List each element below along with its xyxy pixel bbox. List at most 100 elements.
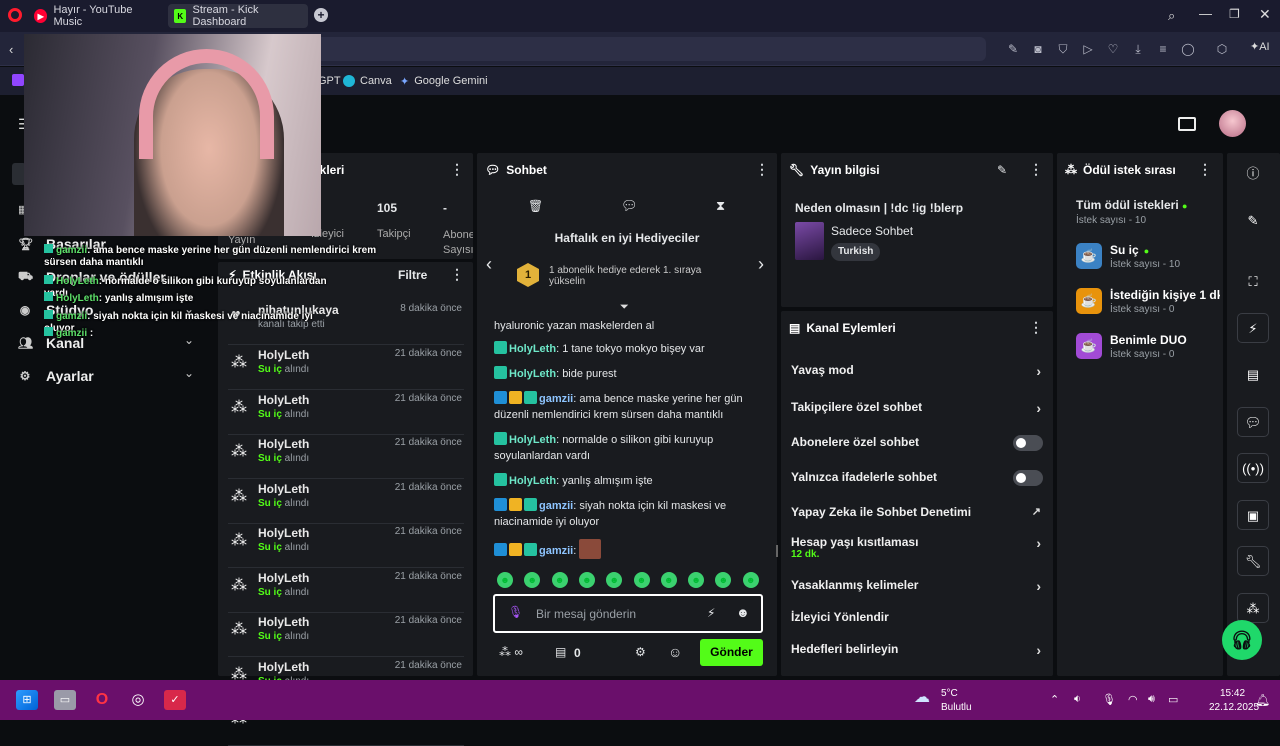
app-taskbar-icon[interactable]: ✓ [164, 690, 186, 710]
emote-icon[interactable]: ☻ [551, 572, 568, 588]
cube-icon[interactable]: ⬡ [1215, 42, 1229, 56]
menu-icon[interactable]: ≡ [1156, 42, 1170, 56]
toggle-switch[interactable] [1013, 435, 1043, 451]
send-button[interactable]: Gönder [700, 639, 763, 666]
reward-title[interactable]: İstediğin kişiye 1 dk t [1110, 288, 1220, 302]
bookmark-gemini[interactable]: ✦ Google Gemini [400, 72, 488, 90]
channel-action-5[interactable]: Hesap yaşı kısıtlaması 12 dk. › [791, 535, 1045, 560]
next-arrow-icon[interactable]: › [758, 254, 764, 275]
channel-action-2[interactable]: Abonelere özel sohbet [791, 435, 1045, 455]
chat-username[interactable]: gamzii [539, 393, 573, 405]
bookmark-gpt[interactable]: GPT [318, 72, 341, 90]
sidebar-item-settings[interactable]: ⚙ Ayarlar [18, 368, 94, 384]
emote-icon[interactable]: ☻ [688, 572, 705, 588]
chat-username[interactable]: HolyLeth [509, 368, 556, 380]
video-icon[interactable]: ▣ [1237, 500, 1269, 530]
clock-date[interactable]: 22.12.2025 [1209, 702, 1259, 713]
activity-row[interactable]: ⁂HolyLethSu iç alındı21 dakika önce [228, 435, 464, 479]
translate-icon[interactable]: ⚡︎ [707, 606, 715, 620]
broadcast-icon[interactable]: ((•)) [1237, 453, 1269, 483]
more-options-icon[interactable]: ⋮ [1029, 161, 1043, 178]
channel-action-3[interactable]: Yalnızca ifadelerle sohbet [791, 470, 1045, 490]
activity-row[interactable]: ⁂HolyLethSu iç alındı21 dakika önce [228, 613, 464, 657]
opera-taskbar-icon[interactable]: O [91, 690, 113, 710]
activity-row[interactable]: ⁂HolyLethSu iç alındı21 dakika önce [228, 346, 464, 390]
back-icon[interactable]: ‹ [9, 42, 13, 57]
pencil-icon[interactable]: ✎ [1237, 206, 1269, 236]
hourglass-icon[interactable]: ⧗ [716, 198, 725, 214]
download-icon[interactable]: ⤓ [1131, 42, 1145, 56]
edit-icon[interactable]: ✎ [997, 163, 1007, 177]
weather-desc[interactable]: Bulutlu [941, 702, 972, 713]
opera-logo[interactable] [8, 8, 22, 22]
info-icon[interactable]: ⓘ [1237, 159, 1269, 189]
clock-time[interactable]: 15:42 [1220, 688, 1245, 699]
edit-icon[interactable]: ✎ [1006, 42, 1020, 56]
channel-action-6[interactable]: Yasaklanmış kelimeler › [791, 578, 1045, 598]
close-button[interactable]: ✕ [1259, 6, 1271, 23]
windows-start-icon[interactable]: ⊞ [16, 690, 38, 710]
tab-youtube-music[interactable]: ▶ Hayır - YouTube Music [28, 4, 166, 28]
all-rewards-label[interactable]: Tüm ödül istekleri ● [1076, 198, 1187, 212]
play-icon[interactable]: ▷ [1081, 42, 1095, 56]
more-options-icon[interactable]: ⋮ [450, 266, 464, 283]
activity-row[interactable]: ⁂HolyLethSu iç alındı21 dakika önce [228, 524, 464, 568]
more-options-icon[interactable]: ⋮ [1198, 161, 1212, 178]
speaker-icon[interactable]: 🔊︎ [1148, 693, 1155, 706]
rewards-icon[interactable]: ⁂ [1237, 593, 1269, 623]
notes-icon[interactable]: ▤ [1237, 360, 1269, 390]
chat-username[interactable]: HolyLeth [509, 343, 556, 355]
volume-icon[interactable]: 🔉︎ [1074, 693, 1081, 706]
chat-icon[interactable]: 💬︎ [1237, 407, 1269, 437]
shield-icon[interactable]: ⛉ [1056, 42, 1070, 56]
category-name[interactable]: Sadece Sohbet [831, 224, 913, 238]
weather-temp[interactable]: 5°C [941, 688, 958, 699]
screen-capture-icon[interactable]: ⛶ [1237, 267, 1269, 297]
mic-icon[interactable]: 🎙︎ [1102, 693, 1116, 706]
chevron-right-icon[interactable]: › [1036, 400, 1041, 416]
emote-icon[interactable]: ☻ [633, 572, 650, 588]
chevron-right-icon[interactable]: › [1036, 363, 1041, 379]
more-options-icon[interactable]: ⋮ [450, 161, 464, 178]
emote-icon[interactable]: ☻ [578, 572, 595, 588]
prev-arrow-icon[interactable]: ‹ [486, 254, 492, 275]
channel-action-1[interactable]: Takipçilere özel sohbet › [791, 400, 1045, 420]
chevron-right-icon[interactable]: › [1036, 578, 1041, 594]
file-explorer-icon[interactable]: ▭ [54, 690, 76, 710]
tab-kick-dashboard[interactable]: K Stream - Kick Dashboard [168, 4, 308, 28]
chat-username[interactable]: gamzii [539, 545, 573, 557]
chat-username[interactable]: HolyLeth [509, 475, 556, 487]
channel-action-7[interactable]: İzleyici Yönlendir [791, 610, 1045, 630]
obs-icon[interactable]: ◎ [127, 690, 149, 710]
gift-box-icon[interactable] [1178, 117, 1196, 131]
lightning-icon[interactable]: ⚡︎ [1237, 313, 1269, 343]
more-options-icon[interactable]: ⋮ [1029, 319, 1043, 336]
bookmark-canva[interactable]: Canva [343, 72, 392, 90]
chevron-right-icon[interactable]: › [1036, 642, 1041, 658]
channel-action-8[interactable]: Hedefleri belirleyin › [791, 642, 1045, 662]
wifi-icon[interactable]: ◠ [1128, 693, 1138, 706]
battery-icon[interactable]: ▭ [1168, 693, 1178, 706]
emote-icon[interactable]: ☻ [660, 572, 677, 588]
users-infinity-icon[interactable]: ⁂ ∞ [499, 645, 523, 659]
chat-bubble-icon[interactable]: 💬︎ [621, 198, 638, 214]
activity-row[interactable]: ⁂HolyLethSu iç alındı21 dakika önce [228, 391, 464, 435]
chat-scrollbar[interactable] [776, 545, 778, 557]
profile-icon[interactable]: ◯ [1181, 42, 1195, 56]
reward-title[interactable]: Benimle DUO [1110, 333, 1220, 347]
maximize-button[interactable]: ❐ [1229, 7, 1240, 21]
chevron-up-icon[interactable]: ⌃ [1050, 693, 1059, 706]
mic-icon[interactable]: 🎙︎ [508, 605, 523, 619]
chat-username[interactable]: HolyLeth [509, 434, 556, 446]
channel-action-4[interactable]: Yapay Zeka ile Sohbet Denetimi ↗ [791, 505, 1045, 525]
tag-pill[interactable]: Turkish [831, 243, 881, 261]
mascot-icon[interactable]: ☺ [668, 644, 682, 660]
new-tab-button[interactable]: + [314, 8, 328, 22]
chevron-down-icon[interactable]: ⌄ [184, 366, 194, 380]
search-icon[interactable]: ⌕ [1168, 8, 1175, 24]
weather-icon[interactable]: ☁ [914, 687, 930, 707]
external-link-icon[interactable]: ↗ [1032, 505, 1041, 518]
channel-action-0[interactable]: Yavaş mod › [791, 363, 1045, 383]
collapse-icon[interactable]: ⏷ [620, 301, 629, 314]
emote-icon[interactable]: ☻ [742, 572, 759, 588]
